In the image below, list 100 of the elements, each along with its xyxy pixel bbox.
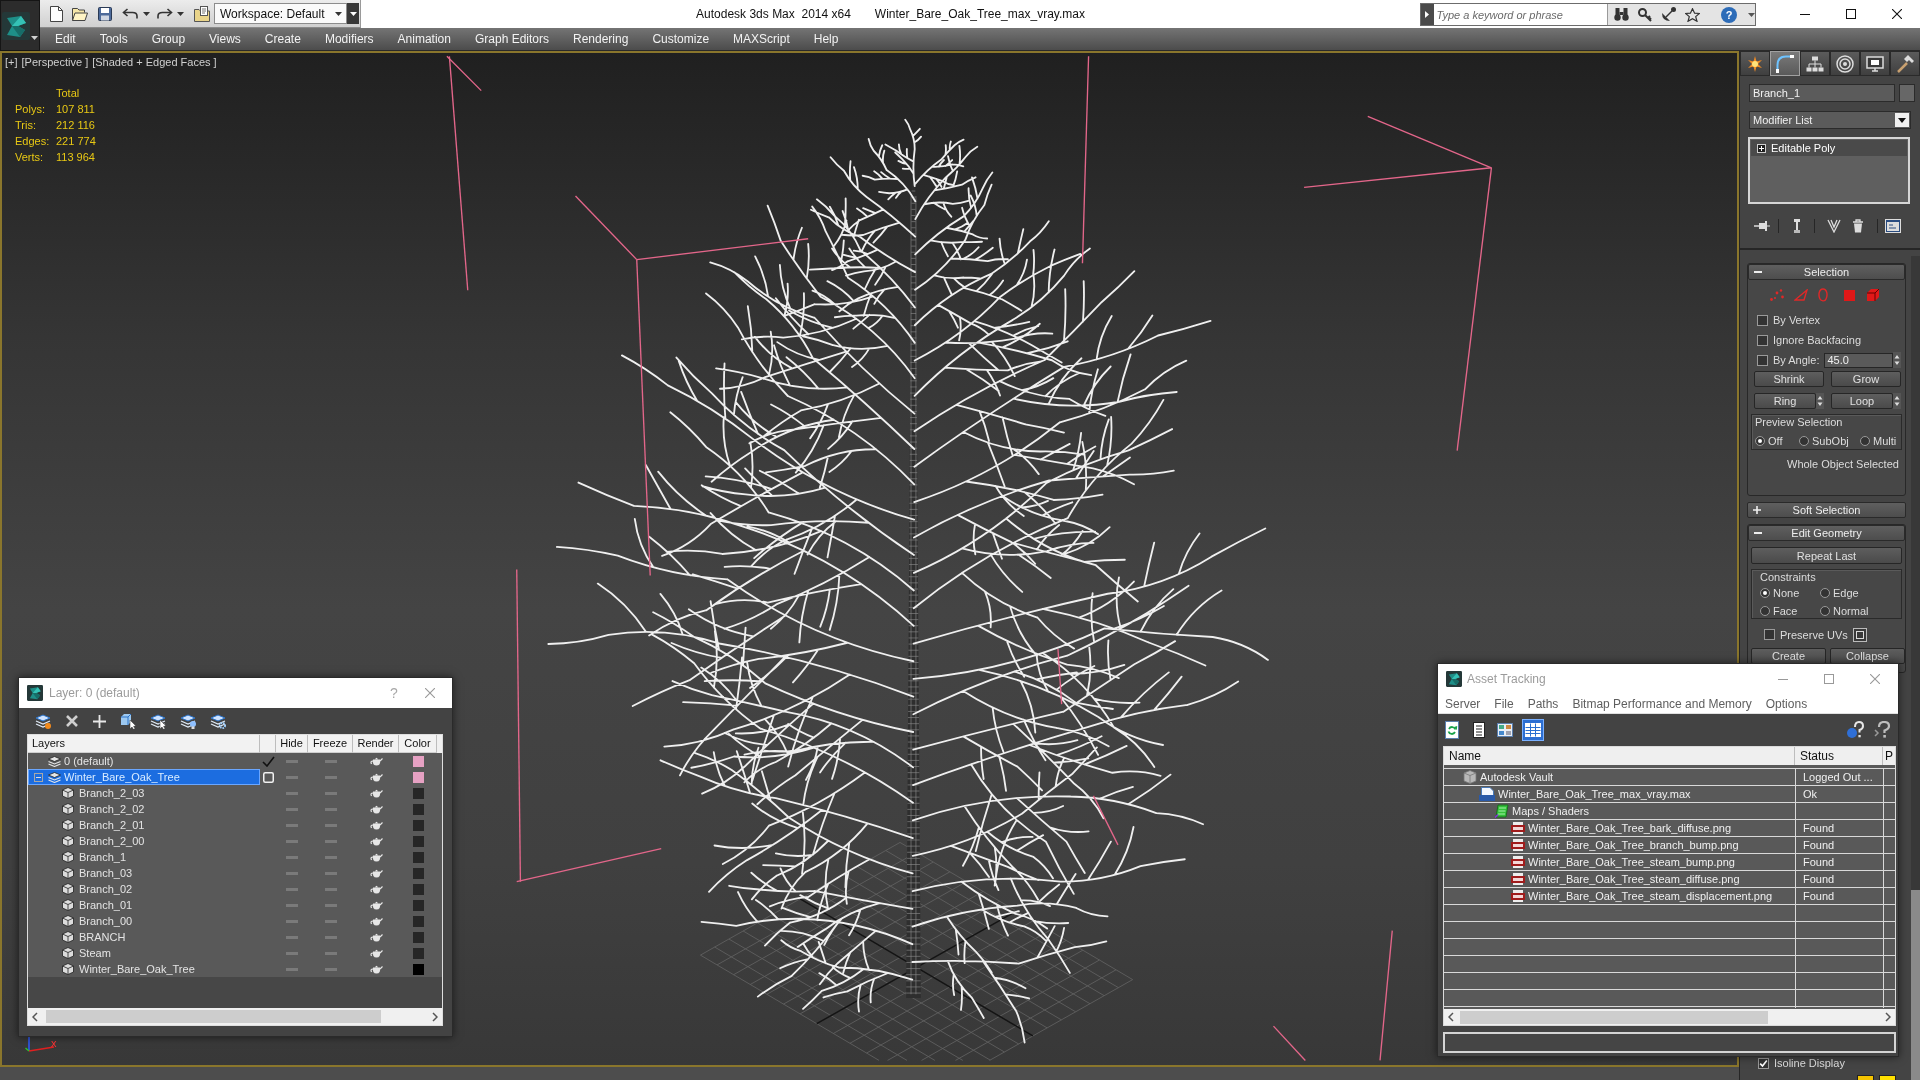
checkbox[interactable] (1757, 354, 1768, 366)
menu-item[interactable]: Options (1758, 696, 1815, 711)
menu-item[interactable]: Edit (43, 28, 88, 50)
asset-item[interactable]: Winter_Bare_Oak_Tree_steam_displacement.png (1444, 888, 1795, 904)
vertex-dots-icon[interactable] (1770, 289, 1784, 301)
column-header[interactable]: Layers (28, 735, 260, 753)
cube-icon[interactable] (1867, 289, 1879, 301)
checkbox[interactable] (1764, 629, 1775, 640)
settings-box-icon[interactable] (1853, 627, 1867, 642)
color-swatch-icon[interactable] (412, 851, 424, 863)
panel-tab[interactable] (1860, 51, 1890, 76)
menu-item[interactable]: Help (801, 28, 851, 50)
menu-item[interactable]: Views (197, 28, 253, 50)
layer-item[interactable]: 0 (default) (28, 753, 260, 769)
help-globe-icon[interactable] (1846, 721, 1864, 739)
fork-icon[interactable] (1827, 219, 1841, 233)
object-name-field[interactable]: Branch_1 (1749, 84, 1895, 102)
asset-item[interactable]: Autodesk Vault (1444, 769, 1795, 785)
satellite-dish-icon[interactable] (1661, 7, 1676, 22)
checkbox[interactable] (1757, 334, 1768, 346)
teapot-icon[interactable] (369, 932, 383, 942)
menu-item[interactable]: Modifiers (312, 28, 386, 50)
menu-item[interactable]: Graph Editors (462, 28, 561, 50)
command-button[interactable]: Grow (1831, 371, 1901, 387)
checkbox[interactable] (1757, 314, 1768, 326)
binoculars-icon[interactable] (1614, 8, 1629, 21)
layers-gear-icon[interactable] (210, 713, 226, 729)
column-header[interactable]: Render (353, 735, 399, 753)
object-item[interactable]: Branch_1 (28, 849, 260, 865)
modifier-stack-item[interactable]: Editable Poly (1751, 140, 1907, 156)
search-toggle-button[interactable] (1421, 4, 1434, 25)
teapot-icon[interactable] (369, 884, 383, 894)
star-icon[interactable] (1685, 7, 1700, 22)
horizontal-scrollbar[interactable] (1444, 1009, 1895, 1025)
object-item[interactable]: Steam (28, 945, 260, 961)
color-swatch-icon[interactable] (412, 819, 424, 831)
command-button[interactable]: Collapse (1830, 648, 1905, 664)
object-item[interactable]: BRANCH (28, 929, 260, 945)
workspace-dropdown[interactable]: Workspace: Default (214, 3, 347, 24)
command-button[interactable]: Loop (1831, 393, 1893, 409)
viewport-menu-label[interactable]: [Shaded + Edged Faces ] (92, 56, 217, 69)
new-file-icon[interactable] (50, 5, 63, 22)
panel-tab[interactable] (1830, 51, 1860, 76)
pin-icon[interactable] (1754, 221, 1770, 231)
menu-item[interactable]: Server (1438, 696, 1488, 711)
search-field[interactable]: Type a keyword or phrase (1433, 4, 1608, 25)
color-swatch-icon[interactable] (412, 771, 424, 783)
caret-icon[interactable] (177, 11, 184, 16)
object-item[interactable]: Branch_02 (28, 881, 260, 897)
command-button[interactable]: Repeat Last (1751, 547, 1902, 564)
color-swatch-icon[interactable] (1879, 1075, 1896, 1080)
color-swatch-icon[interactable] (412, 883, 424, 895)
teapot-icon[interactable] (369, 756, 383, 766)
panel-tab[interactable] (1740, 51, 1770, 76)
plus-box-icon[interactable] (1757, 143, 1766, 153)
teapot-icon[interactable] (369, 964, 383, 974)
radio-button[interactable] (1820, 588, 1830, 598)
column-header[interactable]: Color (399, 735, 437, 753)
column-header[interactable]: Hide (276, 735, 308, 753)
color-swatch-icon[interactable] (1899, 84, 1915, 102)
maximize-icon[interactable] (1846, 9, 1856, 19)
viewport-menu-label[interactable]: [+] (5, 56, 18, 69)
chevron-left-icon[interactable] (32, 1011, 38, 1022)
modifier-list-dropdown[interactable]: Modifier List (1749, 111, 1911, 129)
radio-button[interactable] (1860, 436, 1870, 446)
view-toggle-button[interactable] (1522, 719, 1544, 741)
radio-button[interactable] (1799, 436, 1809, 446)
teapot-icon[interactable] (369, 804, 383, 814)
delete-icon[interactable] (65, 714, 79, 728)
teapot-icon[interactable] (369, 916, 383, 926)
close-icon[interactable] (1892, 9, 1902, 19)
menu-item[interactable]: Rendering (561, 28, 641, 50)
object-item[interactable]: Branch_03 (28, 865, 260, 881)
object-item[interactable]: Winter_Bare_Oak_Tree (28, 961, 260, 977)
color-swatch-icon[interactable] (412, 963, 424, 975)
panel-tab[interactable] (1800, 51, 1830, 76)
teapot-icon[interactable] (369, 772, 383, 782)
command-button[interactable]: Create (1751, 648, 1826, 664)
color-swatch-icon[interactable] (1857, 1075, 1874, 1080)
path-field[interactable] (1443, 1032, 1896, 1053)
color-swatch-icon[interactable] (412, 787, 424, 799)
spinner-arrows-icon[interactable] (1893, 393, 1901, 409)
add-icon[interactable] (93, 714, 106, 728)
color-swatch-icon[interactable] (412, 947, 424, 959)
caret-icon[interactable] (1748, 12, 1755, 17)
object-item[interactable]: Branch_00 (28, 913, 260, 929)
open-folder-icon[interactable] (72, 6, 88, 21)
object-item[interactable]: Branch_2_01 (28, 817, 260, 833)
object-item[interactable]: Branch_2_02 (28, 801, 260, 817)
color-swatch-icon[interactable] (412, 899, 424, 911)
radio-button[interactable] (1820, 606, 1830, 616)
spinner-arrows-icon[interactable] (1816, 393, 1824, 409)
color-swatch-icon[interactable] (412, 867, 424, 879)
color-swatch-icon[interactable] (412, 835, 424, 847)
dropdown-button[interactable] (347, 3, 359, 24)
spinner-arrows-icon[interactable] (1893, 352, 1902, 368)
chevron-left-icon[interactable] (1448, 1012, 1454, 1022)
rollout-header[interactable]: Edit Geometry (1748, 525, 1905, 541)
panel-tab[interactable] (1770, 51, 1800, 76)
teapot-icon[interactable] (369, 788, 383, 798)
